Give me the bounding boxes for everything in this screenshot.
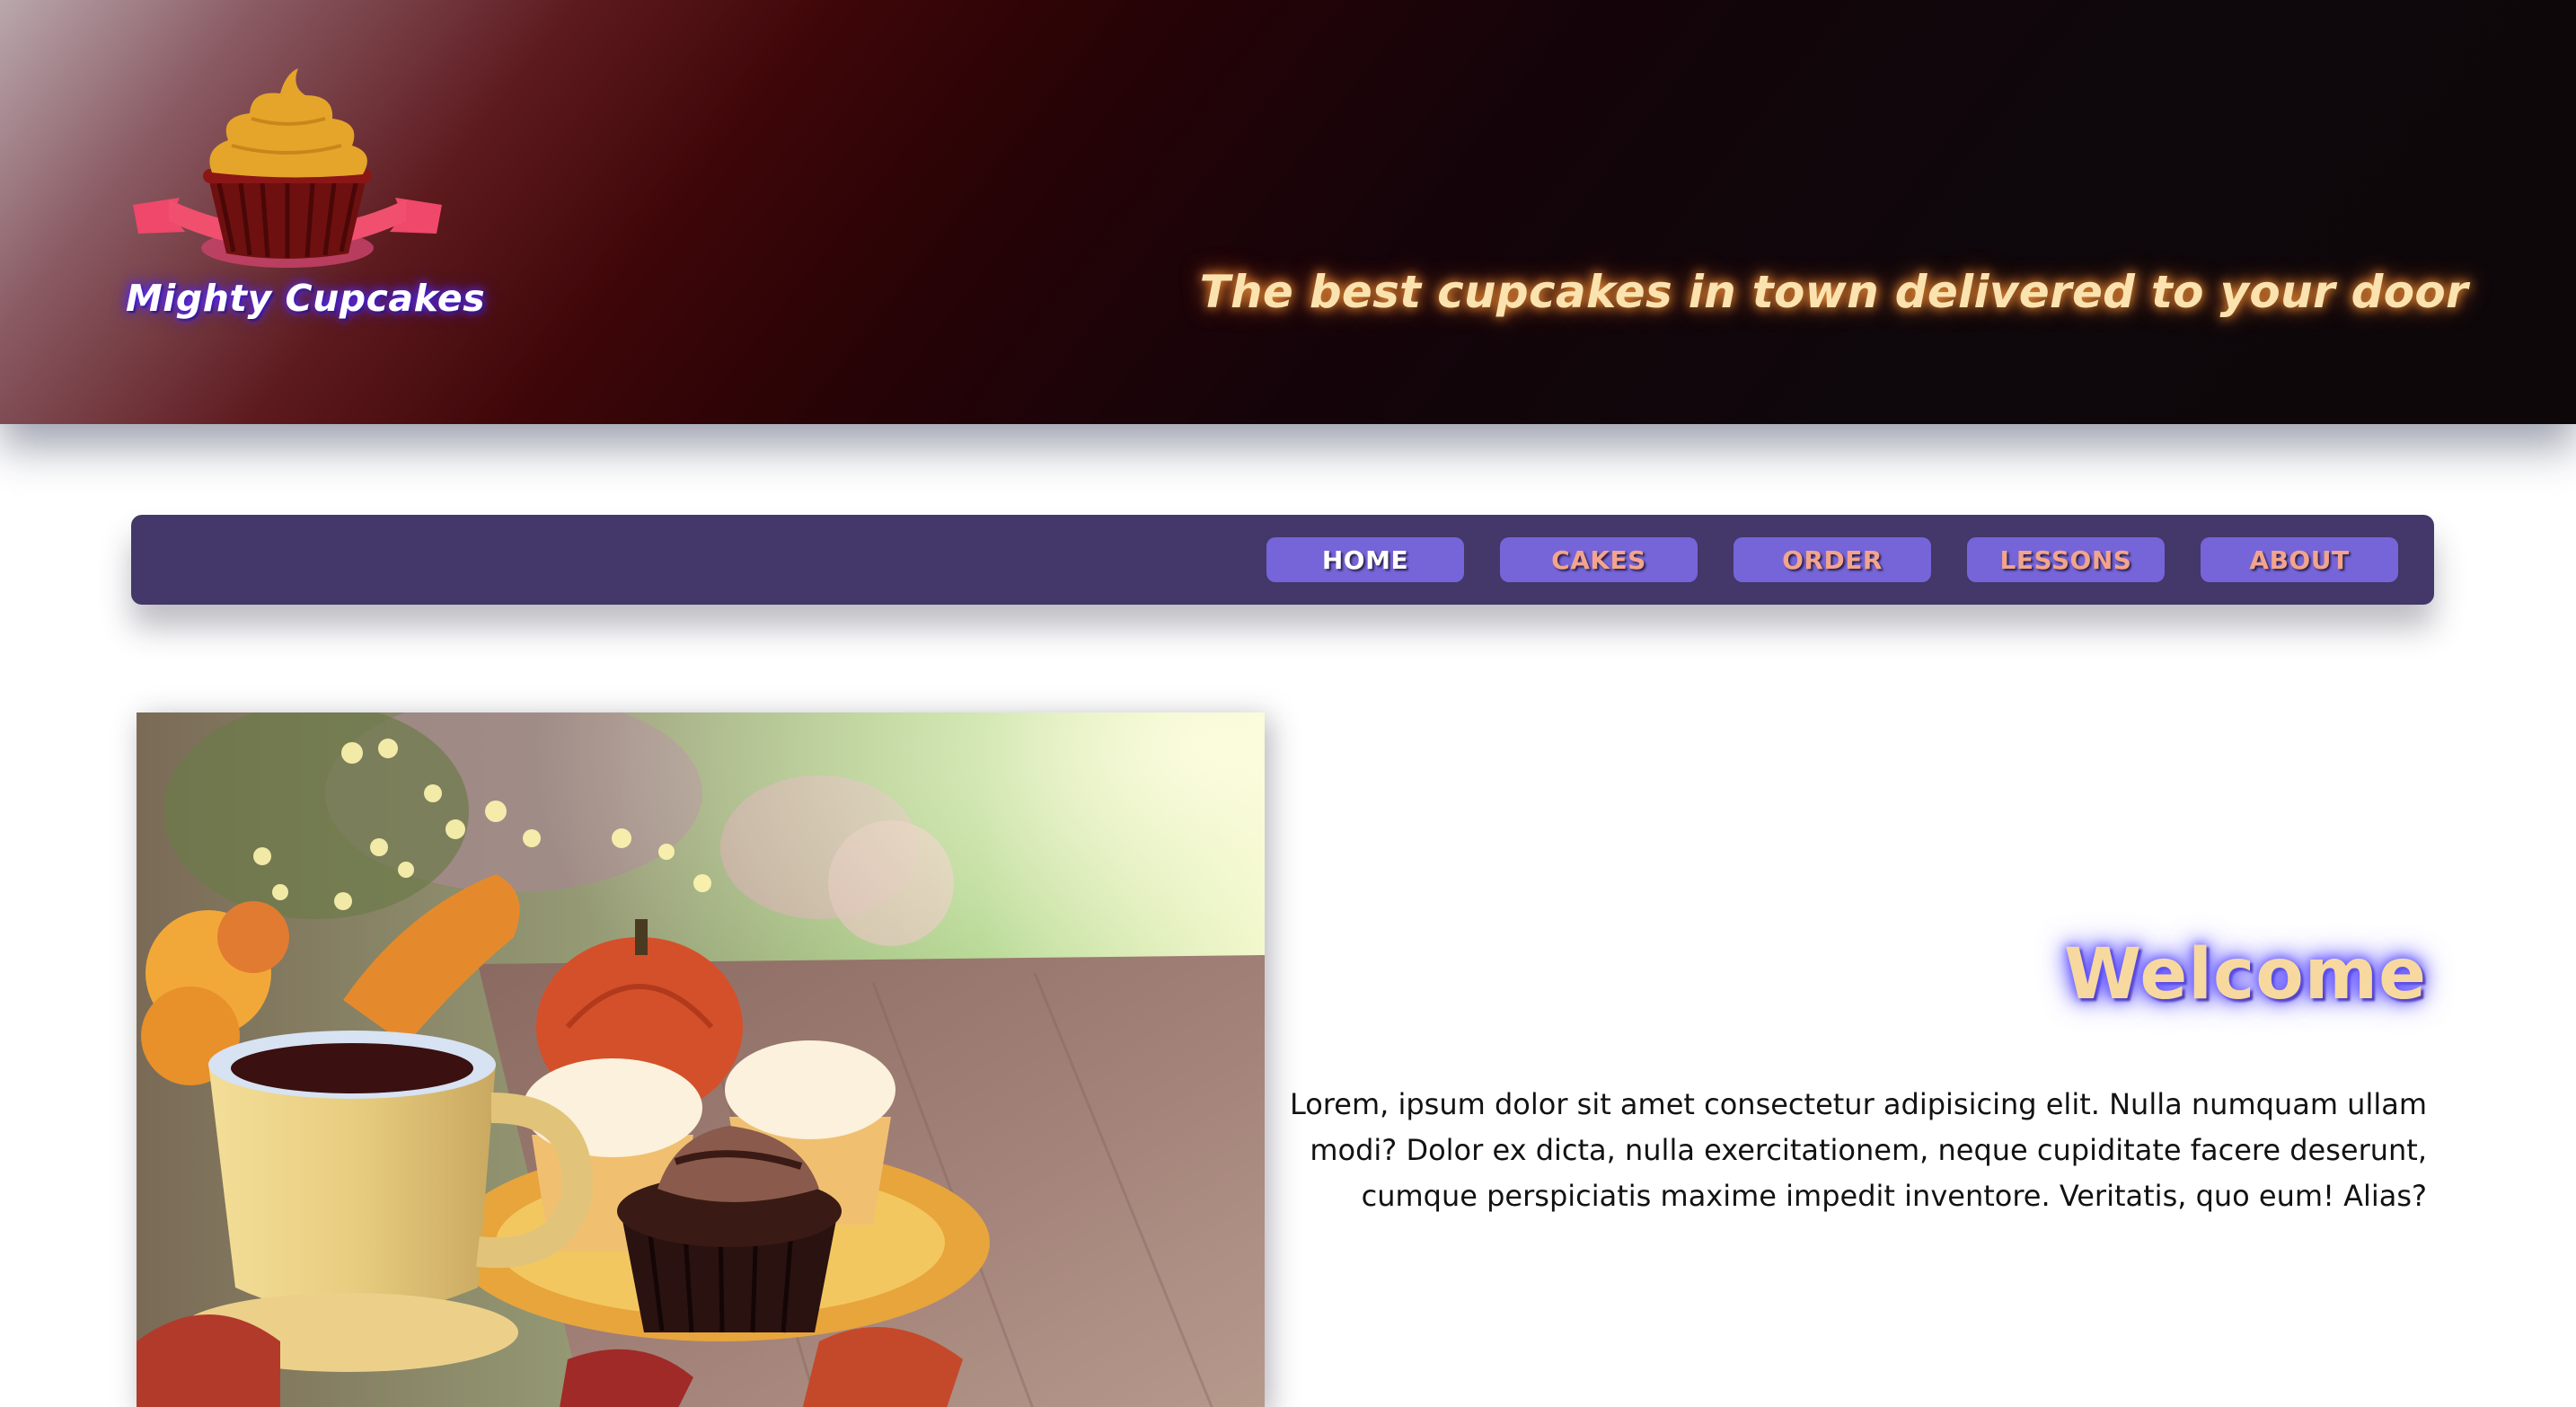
page: Mighty Cupcakes The best cupcakes in tow… bbox=[0, 0, 2576, 1407]
nav-lessons-button[interactable]: LESSONS bbox=[1967, 537, 2165, 582]
autumn-cupcakes-and-tea-photo bbox=[137, 712, 1265, 1407]
tagline: The best cupcakes in town delivered to y… bbox=[1199, 266, 2468, 318]
site-header: Mighty Cupcakes The best cupcakes in tow… bbox=[0, 0, 2576, 424]
nav-about-button[interactable]: ABOUT bbox=[2201, 537, 2398, 582]
cupcake-with-ribbon-icon bbox=[133, 68, 442, 268]
nav-home-button[interactable]: HOME bbox=[1266, 537, 1464, 582]
brand-name: Mighty Cupcakes bbox=[126, 277, 486, 320]
nav-cakes-button[interactable]: CAKES bbox=[1500, 537, 1698, 582]
nav-order-button[interactable]: ORDER bbox=[1734, 537, 1931, 582]
brand-logo-link[interactable]: Mighty Cupcakes bbox=[126, 63, 486, 332]
intro-text: Lorem, ipsum dolor sit amet consectetur … bbox=[1289, 1087, 2427, 1213]
welcome-heading: Welcome bbox=[2064, 934, 2427, 1015]
nav-items: HOME CAKES ORDER LESSONS ABOUT bbox=[1266, 537, 2398, 582]
main-nav: HOME CAKES ORDER LESSONS ABOUT bbox=[131, 515, 2434, 605]
hero-image bbox=[137, 712, 1265, 1407]
